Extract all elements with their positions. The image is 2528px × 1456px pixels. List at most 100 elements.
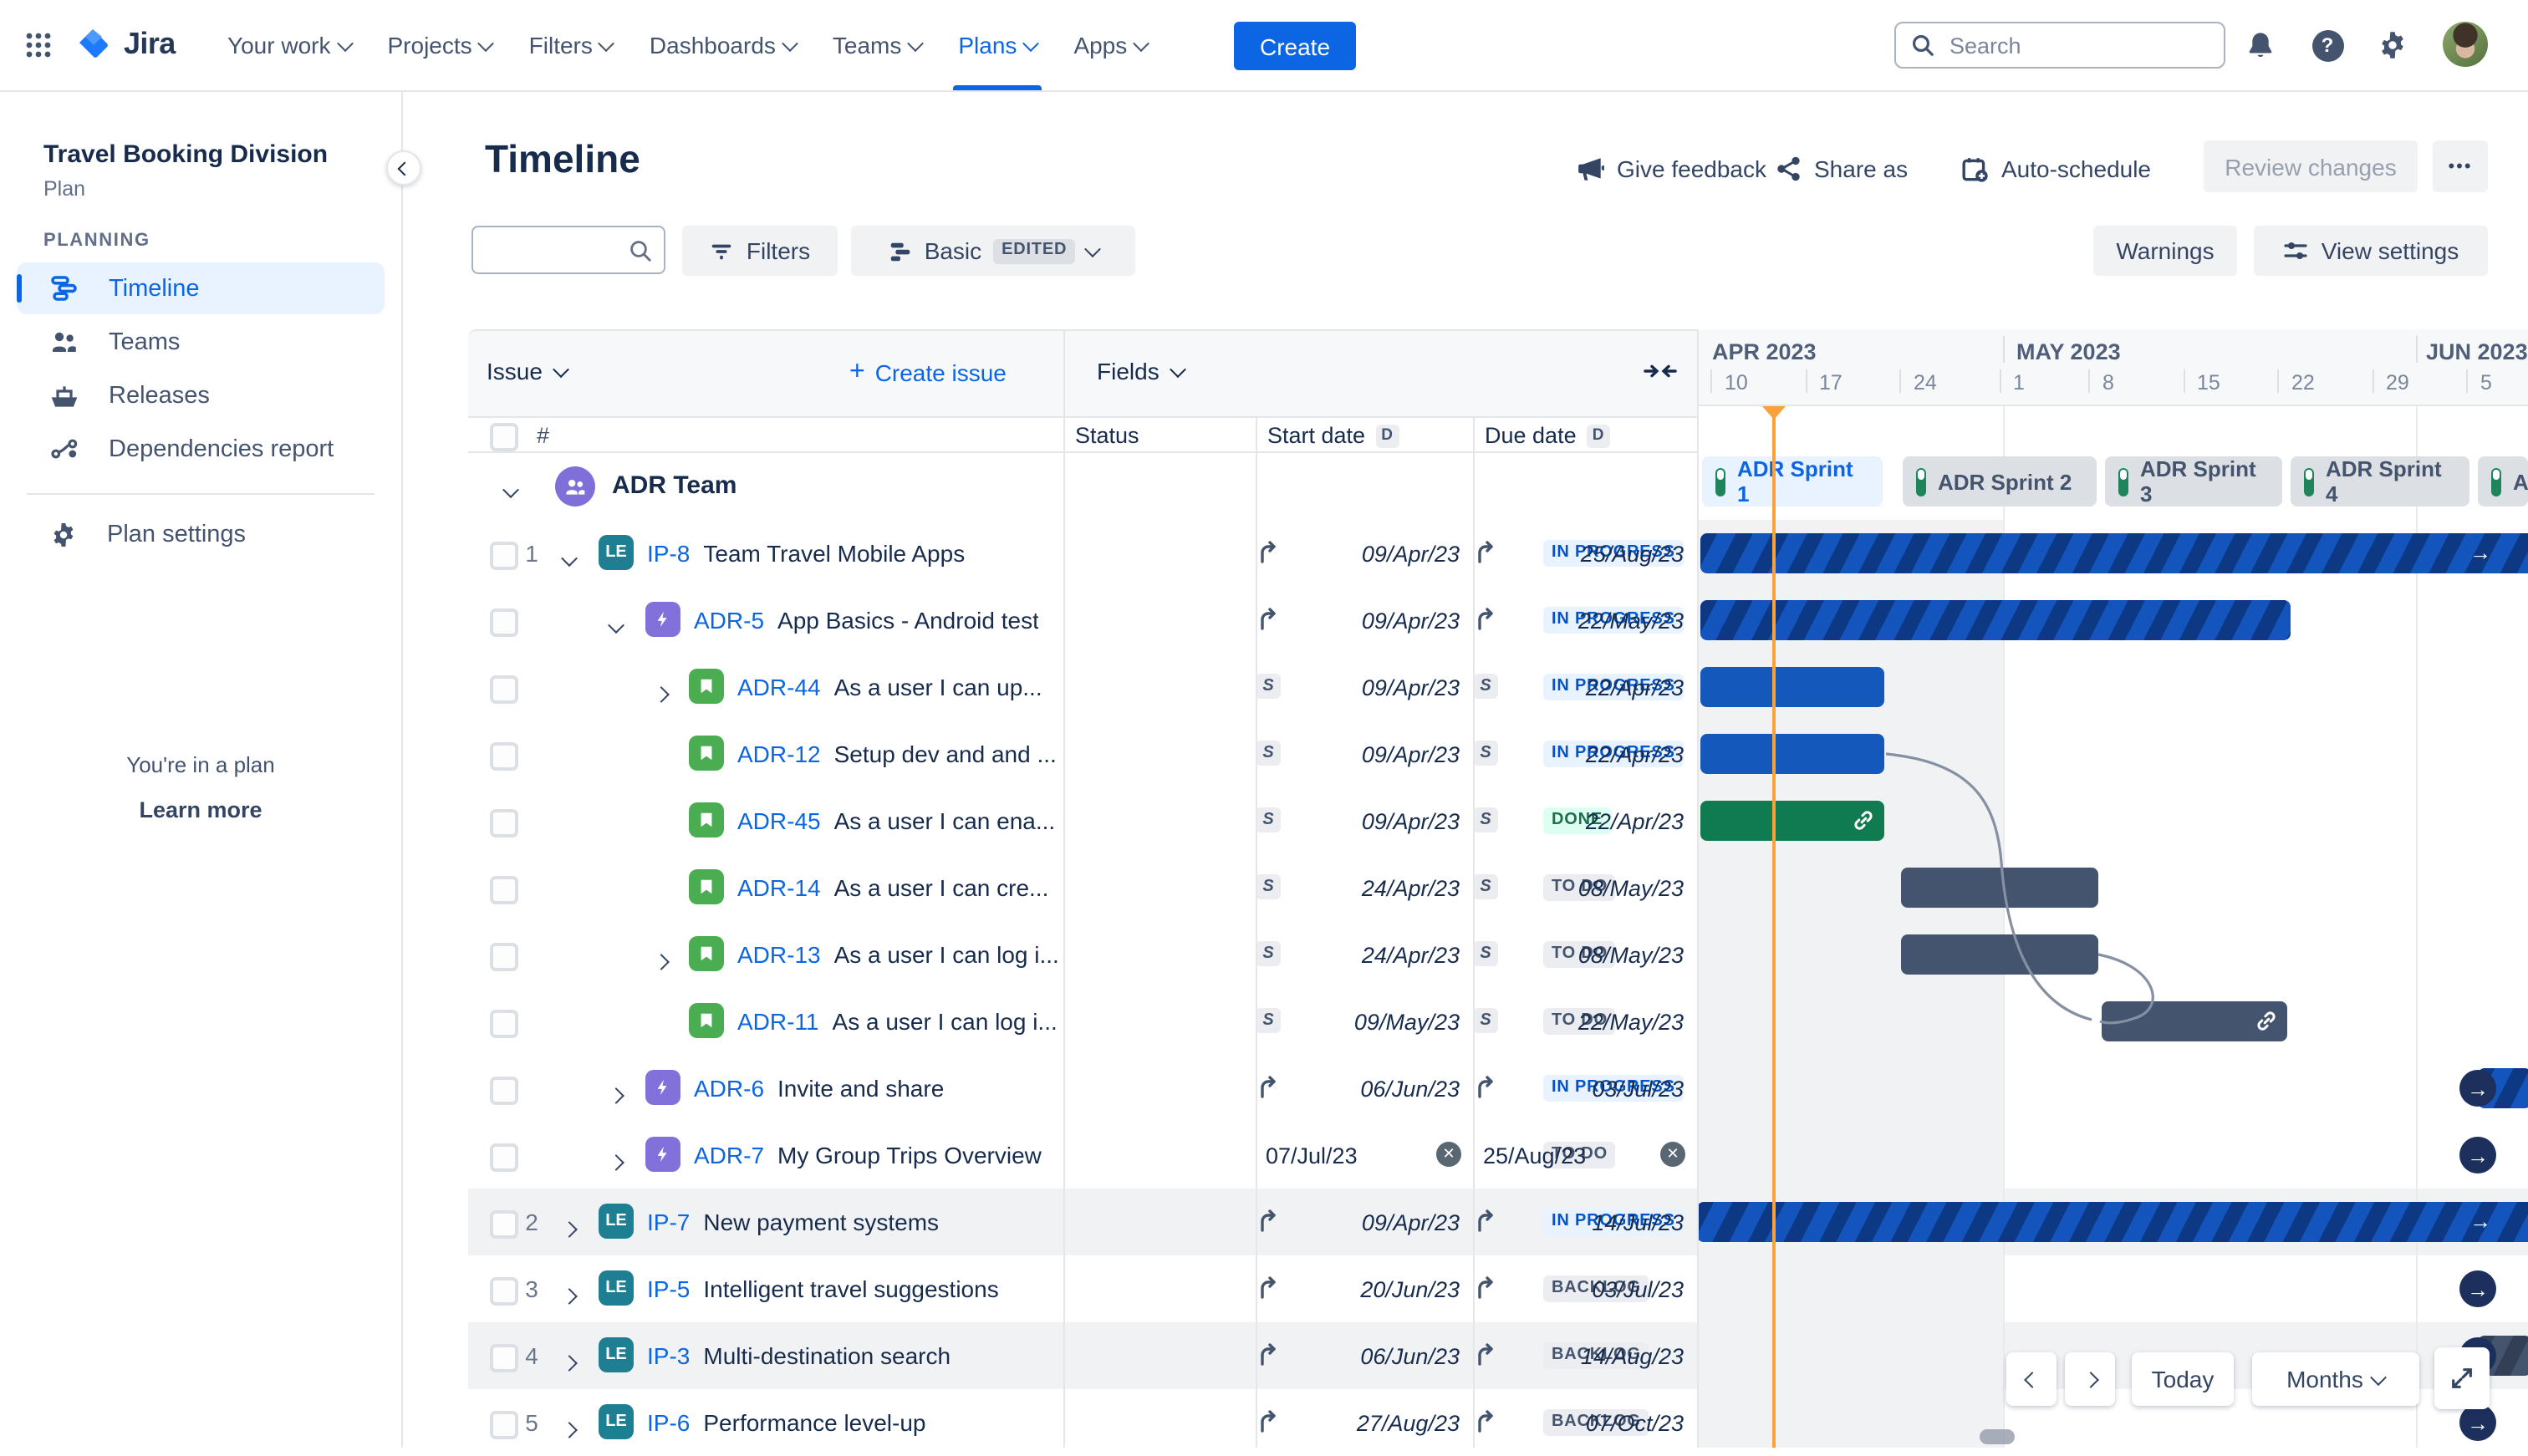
issue-title[interactable]: As a user I can up... (834, 673, 1042, 700)
row-checkbox[interactable] (490, 1010, 518, 1038)
issue-title[interactable]: Invite and share (777, 1074, 944, 1101)
nav-item-projects[interactable]: Projects (370, 0, 511, 90)
row-expander[interactable] (608, 1147, 630, 1171)
horizontal-scrollbar-thumb[interactable] (1980, 1429, 2015, 1444)
more-actions-button[interactable]: ••• (2433, 140, 2488, 192)
issue-key[interactable]: IP-7 (647, 1208, 690, 1235)
gantt-bar-ip-7[interactable] (1697, 1202, 2528, 1242)
sprint-bar-2[interactable]: ADR Sprint 2 (1903, 456, 2097, 507)
sprint-bar-1[interactable]: ADR Sprint 1 (1702, 456, 1883, 507)
issue-title[interactable]: New payment systems (703, 1208, 939, 1235)
remove-date-icon[interactable]: ✕ (1660, 1142, 1685, 1167)
warnings-button[interactable]: Warnings (2093, 226, 2237, 276)
issue-header-dropdown[interactable]: Issue (487, 358, 570, 384)
start-date-value[interactable]: 24/Apr/23 (1309, 876, 1460, 901)
issue-key[interactable]: ADR-45 (737, 807, 821, 833)
issue-key[interactable]: ADR-6 (694, 1074, 764, 1101)
issue-key[interactable]: ADR-13 (737, 940, 821, 967)
nav-item-your-work[interactable]: Your work (209, 0, 370, 90)
issue-key[interactable]: IP-6 (647, 1408, 690, 1435)
start-date-value[interactable]: 09/Apr/23 (1309, 608, 1460, 634)
scroll-right-button[interactable] (2065, 1352, 2115, 1406)
group-expander[interactable] (502, 476, 525, 499)
row-checkbox[interactable] (490, 1143, 518, 1172)
issue-title[interactable]: Setup dev and and ... (834, 740, 1057, 766)
nav-item-dashboards[interactable]: Dashboards (631, 0, 814, 90)
sidebar-collapse-button[interactable] (386, 150, 421, 186)
issue-title[interactable]: Multi-destination search (703, 1341, 951, 1368)
gantt-bar-adr-14[interactable] (1901, 868, 2098, 908)
row-checkbox[interactable] (490, 608, 518, 637)
nav-item-plans[interactable]: Plans (940, 0, 1055, 90)
gantt-bar-adr-13[interactable] (1901, 934, 2098, 975)
due-date-value[interactable]: 25/Aug/23 (1483, 1143, 1586, 1168)
create-button[interactable]: Create (1234, 22, 1356, 70)
fullscreen-button[interactable] (2434, 1347, 2490, 1409)
gantt-bar-adr-11[interactable] (2102, 1001, 2287, 1041)
global-search[interactable] (1894, 22, 2225, 69)
issue-title[interactable]: My Group Trips Overview (777, 1141, 1042, 1168)
start-date-value[interactable]: 27/Aug/23 (1309, 1411, 1460, 1436)
row-checkbox[interactable] (490, 943, 518, 971)
create-issue-button[interactable]: + Create issue (849, 358, 1007, 388)
issue-key[interactable]: IP-3 (647, 1341, 690, 1368)
row-checkbox[interactable] (490, 742, 518, 771)
issue-key[interactable]: ADR-11 (737, 1007, 819, 1034)
due-date-value[interactable]: 22/Apr/23 (1533, 742, 1684, 767)
row-checkbox[interactable] (490, 1344, 518, 1372)
gantt-bar-adr-12[interactable] (1700, 734, 1884, 774)
issue-title[interactable]: Intelligent travel suggestions (703, 1275, 998, 1301)
due-date-value[interactable]: 22/May/23 (1533, 1010, 1684, 1035)
status-column-header[interactable]: Status (1075, 423, 1139, 448)
sprint-bar-3[interactable]: ADR Sprint 3 (2105, 456, 2282, 507)
nav-item-teams[interactable]: Teams (814, 0, 940, 90)
issue-key[interactable]: ADR-14 (737, 873, 821, 900)
due-date-value[interactable]: 03/Jul/23 (1533, 1077, 1684, 1102)
learn-more-link[interactable]: Learn more (0, 797, 401, 822)
issue-key[interactable]: ADR-44 (737, 673, 821, 700)
collapse-fields-button[interactable] (1644, 356, 1677, 386)
scroll-left-button[interactable] (2006, 1352, 2057, 1406)
remove-date-icon[interactable]: ✕ (1436, 1142, 1461, 1167)
gantt-bar-adr-5[interactable] (1700, 600, 2291, 640)
bar-continues-indicator[interactable]: → (2459, 1404, 2496, 1441)
sprint-bar-5[interactable]: AD (2478, 456, 2528, 507)
due-date-value[interactable]: 03/Jul/23 (1533, 1277, 1684, 1302)
help-button[interactable]: ? (2306, 23, 2349, 67)
sidebar-item-releases[interactable]: Releases (17, 369, 385, 421)
sidebar-item-plan-settings[interactable]: Plan settings (17, 508, 385, 560)
issue-title[interactable]: As a user I can cre... (834, 873, 1049, 900)
gantt-bar-adr-44[interactable] (1700, 667, 1884, 707)
due-date-value[interactable]: 14/Jul/23 (1533, 1210, 1684, 1235)
global-search-input[interactable] (1946, 31, 2187, 59)
timeline-filter-search-input[interactable] (483, 232, 624, 269)
row-checkbox[interactable] (490, 1210, 518, 1239)
row-expander[interactable] (653, 679, 675, 703)
issue-title[interactable]: As a user I can ena... (834, 807, 1056, 833)
row-checkbox[interactable] (490, 542, 518, 570)
due-date-value[interactable]: 08/May/23 (1533, 943, 1684, 968)
view-settings-button[interactable]: View settings (2254, 226, 2488, 276)
row-expander[interactable] (608, 612, 630, 634)
notifications-button[interactable] (2239, 23, 2282, 67)
timeline-filter-search[interactable] (471, 226, 665, 274)
view-selector-button[interactable]: Basic EDITED (851, 226, 1135, 276)
issue-key[interactable]: IP-5 (647, 1275, 690, 1301)
gantt-bar-adr-45[interactable] (1700, 801, 1884, 841)
due-date-value[interactable]: 07/Oct/23 (1533, 1411, 1684, 1436)
start-date-value[interactable]: 09/Apr/23 (1309, 675, 1460, 700)
sidebar-item-dependencies-report[interactable]: Dependencies report (17, 423, 385, 475)
give-feedback-button[interactable]: Give feedback (1577, 144, 1766, 194)
due-date-value[interactable]: 22/May/23 (1533, 608, 1684, 634)
row-expander[interactable] (561, 1280, 584, 1305)
sidebar-item-teams[interactable]: Teams (17, 316, 385, 368)
due-date-value[interactable]: 08/May/23 (1533, 876, 1684, 901)
start-date-value[interactable]: 09/Apr/23 (1309, 542, 1460, 567)
start-date-value[interactable]: 24/Apr/23 (1309, 943, 1460, 968)
app-switcher-icon[interactable] (17, 23, 60, 67)
auto-schedule-button[interactable]: Auto-schedule (1961, 144, 2151, 194)
row-expander[interactable] (561, 1347, 584, 1372)
timescale-dropdown[interactable]: Months (2252, 1352, 2419, 1406)
due-date-value[interactable]: 22/Apr/23 (1533, 675, 1684, 700)
settings-button[interactable] (2371, 23, 2414, 67)
